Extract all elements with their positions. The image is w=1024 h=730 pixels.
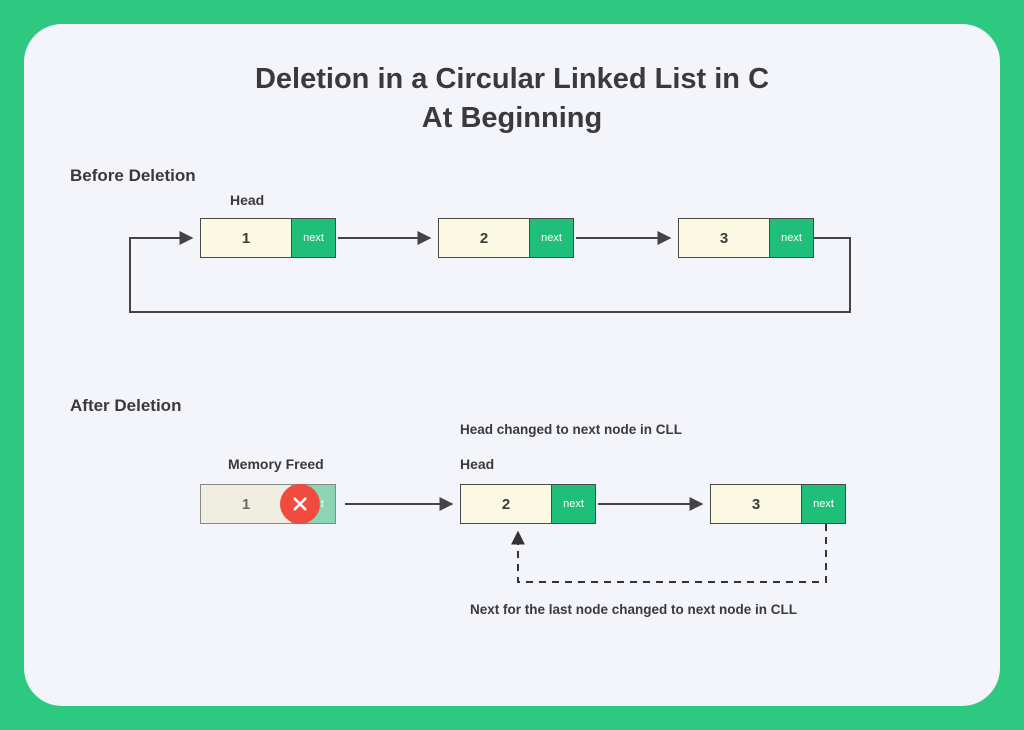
node-3-before: 3 next <box>678 218 814 258</box>
node-3-after: 3 next <box>710 484 846 524</box>
node-2-before: 2 next <box>438 218 574 258</box>
node-value: 1 <box>201 485 291 523</box>
node-next: next <box>551 485 595 523</box>
node-value: 3 <box>711 485 801 523</box>
before-section-label: Before Deletion <box>70 166 954 186</box>
node-next: next <box>529 219 573 257</box>
node-next: next <box>801 485 845 523</box>
node-value: 2 <box>439 219 529 257</box>
node-value: 1 <box>201 219 291 257</box>
head-label-before: Head <box>230 192 264 208</box>
page-title: Deletion in a Circular Linked List in C … <box>70 60 954 138</box>
before-stage: Head 1 next 2 next 3 next <box>70 192 954 362</box>
memory-freed-label: Memory Freed <box>228 456 324 472</box>
after-section-label: After Deletion <box>70 396 954 416</box>
head-changed-caption: Head changed to next node in CLL <box>460 422 682 437</box>
node-next: next <box>291 219 335 257</box>
title-line-1: Deletion in a Circular Linked List in C <box>255 63 769 95</box>
last-next-caption: Next for the last node changed to next n… <box>470 602 797 617</box>
diagram-canvas: Deletion in a Circular Linked List in C … <box>24 24 1000 706</box>
node-value: 3 <box>679 219 769 257</box>
head-label-after: Head <box>460 456 494 472</box>
node-next: next <box>769 219 813 257</box>
after-stage: Head changed to next node in CLL Memory … <box>70 422 954 652</box>
after-arrows <box>70 422 970 652</box>
delete-icon <box>280 484 320 524</box>
node-value: 2 <box>461 485 551 523</box>
title-line-2: At Beginning <box>422 102 602 134</box>
node-1-before: 1 next <box>200 218 336 258</box>
node-2-after: 2 next <box>460 484 596 524</box>
